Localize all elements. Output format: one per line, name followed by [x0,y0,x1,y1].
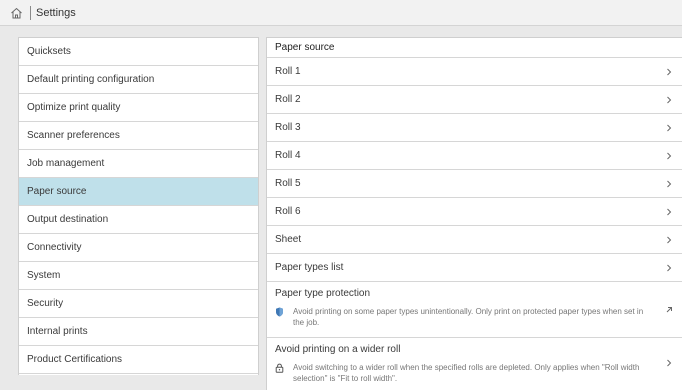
chevron-button[interactable] [664,338,674,388]
row-description-group: Avoid printing on some paper types unint… [275,306,674,328]
chevron-right-icon [667,152,672,159]
row-avoid-wider-roll[interactable]: Avoid printing on a wider roll Avoid swi… [267,338,682,388]
row-label: Roll 5 [275,178,301,189]
row-roll-2[interactable]: Roll 2 [267,86,682,114]
chevron-right-icon [667,264,672,271]
chevron-right-icon [667,96,672,103]
row-title: Paper type protection [275,288,371,299]
section-title: Paper source [267,38,682,58]
row-paper-type-protection[interactable]: Paper type protection Avoid printing on … [267,282,682,338]
row-sheet[interactable]: Sheet [267,226,682,254]
external-link-button[interactable] [664,282,674,337]
row-roll-6[interactable]: Roll 6 [267,198,682,226]
top-bar: Settings [0,0,682,26]
chevron-right-icon [667,180,672,187]
sidebar-item-paper-source[interactable]: Paper source [19,178,258,206]
home-button[interactable] [4,0,28,26]
row-label: Paper types list [275,262,344,273]
chevron-right-icon [667,124,672,131]
row-label: Roll 4 [275,150,301,161]
chevron-right-icon [667,68,672,75]
sidebar-item-scanner-preferences[interactable]: Scanner preferences [19,122,258,150]
shield-icon [275,306,287,328]
row-description: Avoid printing on some paper types unint… [293,307,644,327]
separator [30,5,31,20]
row-label: Roll 2 [275,94,301,105]
chevron-right-icon [667,236,672,243]
sidebar-item-optimize-print-quality[interactable]: Optimize print quality [19,94,258,122]
lock-icon [275,362,287,384]
home-icon [10,7,22,18]
row-paper-types-list[interactable]: Paper types list [267,254,682,282]
chevron-right-icon [667,359,672,367]
chevron-right-icon [667,208,672,215]
sidebar-item-job-management[interactable]: Job management [19,150,258,178]
settings-sidebar: Quicksets Default printing configuration… [18,37,259,375]
row-roll-3[interactable]: Roll 3 [267,114,682,142]
sidebar-item-default-printing-configuration[interactable]: Default printing configuration [19,66,258,94]
row-roll-5[interactable]: Roll 5 [267,170,682,198]
external-link-icon [666,306,672,312]
sidebar-item-connectivity[interactable]: Connectivity [19,234,258,262]
sidebar-item-quicksets[interactable]: Quicksets [19,38,258,66]
sidebar-item-system[interactable]: System [19,262,258,290]
row-label: Roll 1 [275,66,301,77]
row-label: Roll 3 [275,122,301,133]
row-description-group: Avoid switching to a wider roll when the… [275,362,674,384]
row-description: Avoid switching to a wider roll when the… [293,363,640,383]
sidebar-item-output-destination[interactable]: Output destination [19,206,258,234]
paper-source-panel: Paper source Roll 1 Roll 2 Roll 3 Roll 4… [266,37,682,390]
sidebar-item-internal-prints[interactable]: Internal prints [19,318,258,346]
row-roll-1[interactable]: Roll 1 [267,58,682,86]
row-label: Roll 6 [275,206,301,217]
row-title: Avoid printing on a wider roll [275,344,401,355]
row-roll-4[interactable]: Roll 4 [267,142,682,170]
row-label: Sheet [275,234,302,245]
sidebar-item-security[interactable]: Security [19,290,258,318]
page-title: Settings [36,6,76,19]
sidebar-item-product-certifications[interactable]: Product Certifications [19,346,258,374]
